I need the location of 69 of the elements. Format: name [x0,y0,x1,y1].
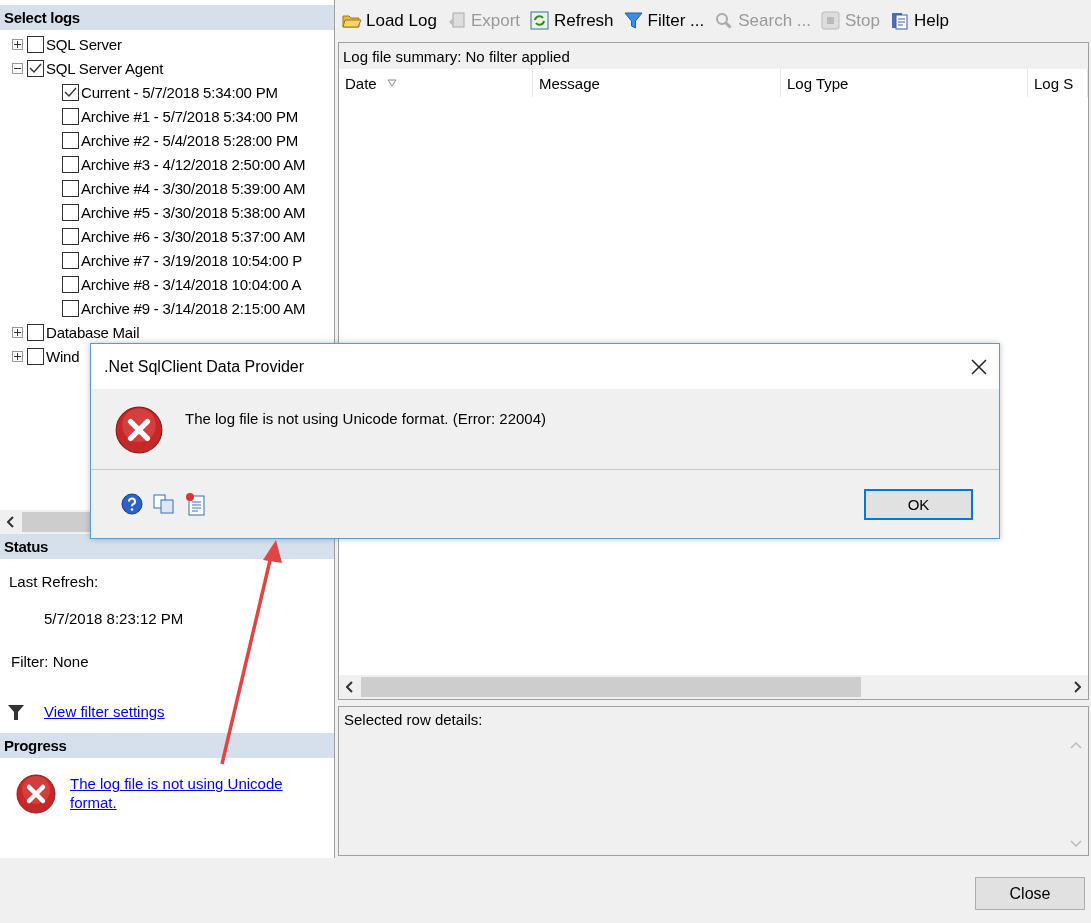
tree-item[interactable]: Archive #4 - 3/30/2018 5:39:00 AM [81,179,306,197]
error-link[interactable]: The log file is not using Unicode format. [70,774,310,812]
checkbox[interactable] [62,131,79,149]
expand-icon[interactable] [12,38,23,50]
help-icon[interactable] [121,493,143,515]
collapse-icon[interactable] [12,62,23,74]
scrollbar[interactable] [339,675,1088,699]
stop-icon [821,11,841,31]
sort-icon [386,79,397,87]
checkbox[interactable] [62,83,79,101]
checkbox[interactable] [62,179,79,197]
funnel-icon [623,11,644,31]
close-icon[interactable] [971,358,987,375]
copy-icon[interactable] [153,494,175,514]
column-header[interactable]: Log S [1028,69,1088,97]
details-icon[interactable] [185,492,207,516]
checkbox[interactable] [27,35,44,53]
checkbox[interactable] [27,347,44,365]
refresh-icon [530,11,551,31]
checkbox[interactable] [62,275,79,293]
checkbox[interactable] [62,299,79,317]
section-header: Progress [0,733,334,758]
column-header[interactable]: Message [533,69,781,97]
filter-status: Filter: None [11,653,90,670]
column-header[interactable]: Log Type [781,69,1028,97]
checkbox[interactable] [62,107,79,125]
toolbar-button[interactable]: Refresh [530,11,614,31]
tree-item[interactable]: Archive #6 - 3/30/2018 5:37:00 AM [81,227,306,245]
tree-item[interactable]: Archive #3 - 4/12/2018 2:50:00 AM [81,155,306,173]
checkbox[interactable] [62,155,79,173]
tree-item[interactable]: Archive #5 - 3/30/2018 5:38:00 AM [81,203,306,221]
expand-icon[interactable] [12,350,23,362]
toolbar-button[interactable]: Load Log [342,11,437,31]
tree-item[interactable]: Archive #8 - 3/14/2018 10:04:00 A [81,275,302,293]
checkbox[interactable] [27,323,44,341]
filter-settings-link[interactable]: View filter settings [44,703,165,720]
tree-item[interactable]: Archive #1 - 5/7/2018 5:34:00 PM [81,107,299,125]
tree-item[interactable]: SQL Server Agent [46,59,164,77]
summary-text: Log file summary: No filter applied [339,43,1088,69]
tree-item[interactable]: Current - 5/7/2018 5:34:00 PM [81,83,278,101]
tree-item[interactable]: Database Mail [46,323,140,341]
checkbox[interactable] [62,251,79,269]
scroll-right-icon[interactable] [1073,681,1081,693]
tree-item[interactable]: Archive #9 - 3/14/2018 2:15:00 AM [81,299,306,317]
expand-icon[interactable] [12,326,23,338]
dialog-title: .Net SqlClient Data Provider [104,357,305,376]
toolbar-button[interactable]: Filter ... [623,11,705,31]
tree-item[interactable]: SQL Server [46,35,122,53]
error-message: The log file is not using Unicode format. (Error: 22004) [185,410,546,427]
checkbox[interactable] [27,59,44,77]
details-label: Selected row details: [344,711,483,728]
book-icon [890,11,910,31]
status-label: Last Refresh: [9,573,100,590]
error-icon [16,774,56,814]
scroll-left-icon[interactable] [7,516,15,528]
column-header[interactable]: Date [339,69,533,97]
tree-item[interactable]: Archive #7 - 3/19/2018 10:54:00 P [81,251,303,269]
section-header: Select logs [0,5,334,30]
close-button[interactable]: Close [975,877,1085,910]
tree-item[interactable]: Archive #2 - 5/4/2018 5:28:00 PM [81,131,299,149]
checkbox[interactable] [62,203,79,221]
scroll-left-icon[interactable] [346,681,354,693]
ok-button[interactable]: OK [864,488,973,520]
funnel-icon [8,703,24,720]
error-icon [115,406,163,454]
toolbar-button[interactable]: Help [890,11,949,31]
checkbox[interactable] [62,227,79,245]
tree-item[interactable]: Wind [46,347,80,365]
refresh-time: 5/7/2018 8:23:12 PM [44,610,185,627]
